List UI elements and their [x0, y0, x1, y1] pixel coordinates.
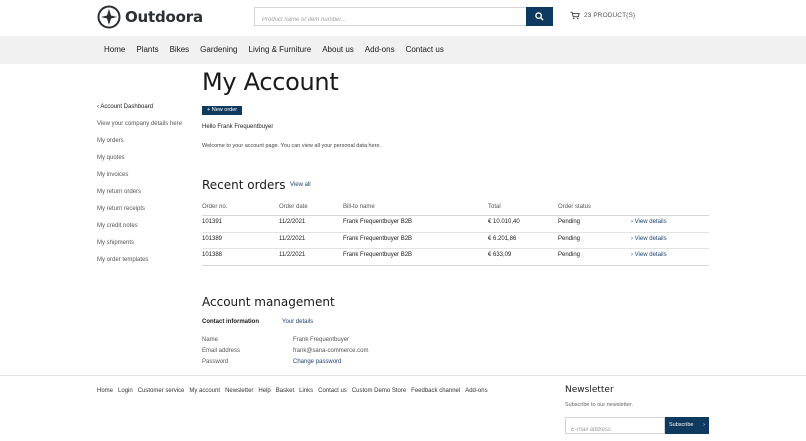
column-header-total: Total	[488, 204, 501, 210]
subscribe-label: Subscribe	[669, 422, 694, 428]
newsletter-subtitle: Subscribe to our newsletter.	[565, 402, 633, 408]
footer-link-custom-demo-store[interactable]: Custom Demo Store	[352, 388, 406, 394]
nav-item-home[interactable]: Home	[104, 45, 125, 54]
view-all-orders-link[interactable]: View all	[290, 182, 311, 188]
column-header-bill-to: Bill-to name	[343, 204, 375, 210]
footer-link-customer-service[interactable]: Customer service	[138, 388, 185, 394]
account-management-title: Account management	[202, 295, 335, 309]
bill-to-name: Frank Frequentbuyer B2B	[343, 235, 413, 242]
order-date: 11/2/2021	[279, 219, 306, 225]
recent-orders-table: Order no. Order date Bill-to name Total …	[202, 202, 709, 266]
table-row: 101388 11/2/2021 Frank Frequentbuyer B2B…	[202, 249, 709, 266]
welcome-text: Welcome to your account page. You can vi…	[202, 143, 382, 149]
cart-icon	[570, 11, 580, 20]
order-total: € 10.010,40	[488, 219, 520, 225]
sidebar-item-company-details[interactable]: View your company details here	[97, 120, 197, 137]
page-title: My Account	[202, 68, 339, 96]
password-label: Password	[202, 359, 229, 365]
account-sidebar: ‹ Account Dashboard View your company de…	[97, 103, 197, 273]
footer-links: Home Login Customer service My account N…	[97, 388, 493, 394]
sidebar-item-account-dashboard[interactable]: ‹ Account Dashboard	[97, 103, 197, 120]
footer-link-home[interactable]: Home	[97, 388, 113, 394]
order-status: Pending	[558, 235, 581, 242]
sidebar-item-my-quotes[interactable]: My quotes	[97, 154, 197, 171]
footer-link-newsletter[interactable]: Newsletter	[225, 388, 253, 394]
search-input[interactable]	[255, 11, 526, 29]
nav-item-gardening[interactable]: Gardening	[200, 45, 237, 54]
order-date: 11/2/2021	[279, 252, 306, 258]
footer-link-basket[interactable]: Basket	[276, 388, 294, 394]
order-number: 101389	[202, 235, 223, 242]
contact-information-label: Contact information	[202, 319, 259, 325]
sidebar-item-my-return-receipts[interactable]: My return receipts	[97, 205, 197, 222]
main-nav: Home Plants Bikes Gardening Living & Fur…	[0, 36, 806, 64]
your-details-link[interactable]: Your details	[282, 319, 313, 325]
column-header-order-date: Order date	[279, 204, 308, 210]
view-details-link[interactable]: › View details	[631, 252, 667, 258]
footer-link-feedback-channel[interactable]: Feedback channel	[411, 388, 460, 394]
order-total: € 6.201,86	[488, 235, 517, 242]
email-label: Email address	[202, 348, 241, 354]
logo[interactable]: Outdoora	[97, 5, 203, 29]
header: Outdoora 23 PRODUCT(S)	[0, 0, 806, 36]
compass-logo-icon	[97, 5, 121, 29]
sidebar-item-my-return-orders[interactable]: My return orders	[97, 188, 197, 205]
table-header-row: Order no. Order date Bill-to name Total …	[202, 202, 709, 216]
name-value: Frank Frequentbuyer	[293, 337, 350, 343]
nav-item-living-furniture[interactable]: Living & Furniture	[249, 45, 312, 54]
sidebar-item-my-orders[interactable]: My orders	[97, 137, 197, 154]
footer-link-login[interactable]: Login	[118, 388, 133, 394]
footer-link-links[interactable]: Links	[299, 388, 313, 394]
view-details-link[interactable]: › View details	[631, 236, 667, 242]
logo-text: Outdoora	[125, 8, 203, 26]
column-header-order-no: Order no.	[202, 204, 228, 210]
greeting-text: Hello Frank Frequentbuyer	[202, 124, 274, 130]
new-order-button[interactable]: + New order	[202, 106, 243, 115]
column-header-status: Order status	[558, 204, 592, 210]
search-button[interactable]	[526, 7, 553, 26]
nav-item-add-ons[interactable]: Add-ons	[365, 45, 395, 54]
sidebar-item-my-order-templates[interactable]: My order templates	[97, 256, 197, 273]
search-icon	[535, 12, 544, 21]
search-box	[254, 7, 526, 29]
newsletter-email-input[interactable]	[566, 422, 664, 438]
view-details-link[interactable]: › View details	[631, 219, 667, 225]
order-number: 101391	[202, 219, 223, 225]
email-value: frank@sana-commerce.com	[293, 348, 369, 354]
cart-count: 23 PRODUCT(S)	[584, 12, 636, 19]
newsletter-title: Newsletter	[565, 385, 614, 395]
sidebar-item-my-shipments[interactable]: My shipments	[97, 239, 197, 256]
footer-divider	[0, 375, 806, 376]
newsletter-email-box	[565, 417, 665, 438]
sidebar-item-my-credit-notes[interactable]: My credit notes	[97, 222, 197, 239]
bill-to-name: Frank Frequentbuyer B2B	[343, 219, 413, 225]
order-status: Pending	[558, 252, 581, 258]
table-row: 101389 11/2/2021 Frank Frequentbuyer B2B…	[202, 233, 709, 249]
chevron-right-icon: ›	[703, 422, 705, 428]
name-label: Name	[202, 337, 219, 343]
order-total: € 633,09	[488, 252, 512, 258]
order-number: 101388	[202, 252, 223, 258]
nav-item-bikes[interactable]: Bikes	[170, 45, 190, 54]
footer-link-add-ons[interactable]: Add-ons	[465, 388, 487, 394]
footer-link-help[interactable]: Help	[258, 388, 270, 394]
recent-orders-title: Recent orders	[202, 178, 286, 192]
order-date: 11/2/2021	[279, 235, 306, 242]
footer-link-my-account[interactable]: My account	[189, 388, 220, 394]
footer-link-contact-us[interactable]: Contact us	[318, 388, 347, 394]
nav-item-plants[interactable]: Plants	[136, 45, 158, 54]
cart-summary[interactable]: 23 PRODUCT(S)	[570, 11, 635, 20]
change-password-link[interactable]: Change password	[293, 359, 341, 365]
sidebar-item-my-invoices[interactable]: My invoices	[97, 171, 197, 188]
bill-to-name: Frank Frequentbuyer B2B	[343, 252, 413, 258]
order-status: Pending	[558, 219, 581, 225]
subscribe-button[interactable]: Subscribe ›	[665, 417, 709, 434]
table-row: 101391 11/2/2021 Frank Frequentbuyer B2B…	[202, 216, 709, 233]
nav-item-about-us[interactable]: About us	[322, 45, 354, 54]
nav-item-contact-us[interactable]: Contact us	[406, 45, 444, 54]
